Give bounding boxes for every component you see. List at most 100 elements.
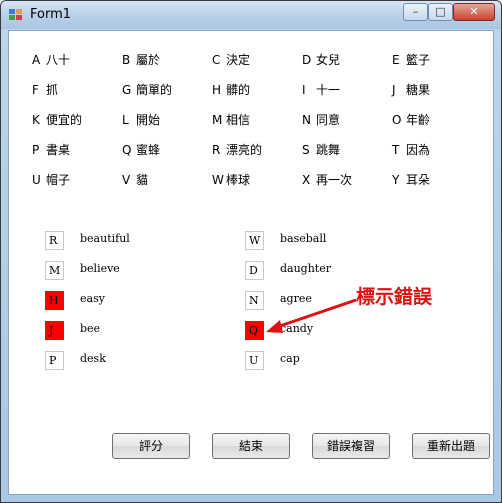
map-letter: T — [392, 143, 400, 157]
answer-input[interactable]: D — [245, 261, 264, 280]
letter-map-item: U 帽子 — [32, 171, 70, 188]
letter-map-item: O 年齡 — [392, 111, 430, 128]
letter-map-item: C 決定 — [212, 51, 250, 68]
letter-map-item: F抓 — [32, 81, 58, 98]
map-letter: S — [302, 143, 310, 157]
annotation-arrow-icon — [266, 298, 357, 333]
letter-map-item: Y 耳朵 — [392, 171, 430, 188]
map-letter: G — [122, 83, 132, 97]
letter-map-item: K 便宜的 — [32, 111, 82, 128]
letter-map-item: P 書桌 — [32, 141, 70, 158]
question-word: cap — [280, 352, 300, 365]
map-letter: W — [212, 173, 224, 187]
map-letter: K — [32, 113, 40, 127]
answer-input[interactable]: R — [45, 231, 64, 250]
question-word: beautiful — [80, 232, 130, 245]
answer-input[interactable]: J — [45, 321, 64, 340]
map-word: 開始 — [136, 113, 161, 127]
map-letter: Q — [122, 143, 132, 157]
letter-map-item: I 十一 — [302, 81, 340, 98]
map-word: 十一 — [316, 83, 341, 97]
map-word: 帽子 — [46, 173, 71, 187]
letter-map-item: N 同意 — [302, 111, 340, 128]
answer-input[interactable]: M — [45, 261, 64, 280]
map-word: 再一次 — [316, 173, 353, 187]
answer-input[interactable]: H — [45, 291, 64, 310]
letter-map-item: B 屬於 — [122, 51, 160, 68]
map-word: 年齡 — [406, 113, 431, 127]
letter-map-item: X 再一次 — [302, 171, 352, 188]
map-word: 書桌 — [46, 143, 71, 157]
letter-map-item: M 相信 — [212, 111, 250, 128]
map-word: 八十 — [46, 53, 71, 67]
app-window: Form1 – □ ✕ A 八十 B 屬於 C 決定 D 女兒 E 籃子 F 抓 G 簡單的 H 髒的 I 十一 J… — [0, 0, 502, 503]
map-letter: X — [302, 173, 311, 187]
answer-input[interactable]: W — [245, 231, 264, 250]
question-word: believe — [80, 262, 120, 275]
map-letter: N — [302, 113, 311, 127]
form-app-icon — [9, 9, 23, 21]
question-word: daughter — [280, 262, 331, 275]
answer-input[interactable]: P — [45, 351, 64, 370]
map-word: 抓 — [46, 83, 59, 97]
letter-map-item: T 因為 — [392, 141, 430, 158]
map-letter: Y — [392, 173, 400, 187]
map-letter: J — [392, 83, 396, 97]
letter-map-item: R 漂亮的 — [212, 141, 262, 158]
form-client-area: A 八十 B 屬於 C 決定 D 女兒 E 籃子 F 抓 G 簡單的 H 髒的 I 十一 J 糖果 K 便宜的 L 開始 M 相信… — [8, 30, 494, 495]
map-word: 糖果 — [406, 83, 431, 97]
map-letter: P — [32, 143, 40, 157]
question-word: easy — [80, 292, 105, 305]
letter-map-item: H 髒的 — [212, 81, 250, 98]
new-quiz-button[interactable]: 重新出題 — [412, 433, 490, 459]
letter-map-item: D 女兒 — [302, 51, 340, 68]
map-word: 籃子 — [406, 53, 431, 67]
window-title: Form1 — [30, 7, 72, 22]
error-annotation-label: 標示錯誤 — [356, 286, 433, 308]
map-word: 決定 — [226, 53, 251, 67]
minimize-button[interactable]: – — [403, 3, 428, 21]
map-word: 蜜蜂 — [136, 143, 161, 157]
question-word: desk — [80, 352, 106, 365]
map-word: 貓 — [136, 173, 149, 187]
letter-map-item: A 八十 — [32, 51, 70, 68]
map-word: 屬於 — [136, 53, 161, 67]
letter-map-item: S 跳舞 — [302, 141, 340, 158]
letter-map-item: J 糖果 — [392, 81, 430, 98]
close-button[interactable]: ✕ — [453, 3, 495, 21]
map-word: 便宜的 — [46, 113, 83, 127]
map-word: 同意 — [316, 113, 341, 127]
map-letter: V — [122, 173, 131, 187]
map-letter: I — [302, 83, 306, 97]
maximize-button[interactable]: □ — [428, 3, 453, 21]
letter-map-item: W 棒球 — [212, 171, 250, 188]
map-letter: H — [212, 83, 222, 97]
review-errors-button[interactable]: 錯誤複習 — [312, 433, 390, 459]
map-word: 女兒 — [316, 53, 341, 67]
map-letter: F — [32, 83, 39, 97]
map-word: 漂亮的 — [226, 143, 263, 157]
map-letter: R — [212, 143, 221, 157]
map-word: 相信 — [226, 113, 251, 127]
map-word: 棒球 — [226, 173, 251, 187]
map-word: 髒的 — [226, 83, 251, 97]
map-word: 因為 — [406, 143, 431, 157]
grade-button[interactable]: 評分 — [112, 433, 190, 459]
letter-map-item: V貓 — [122, 171, 148, 188]
answer-input[interactable]: U — [245, 351, 264, 370]
map-word: 簡單的 — [136, 83, 173, 97]
map-letter: E — [392, 53, 400, 67]
map-letter: O — [392, 113, 402, 127]
map-letter: C — [212, 53, 221, 67]
map-letter: U — [32, 173, 41, 187]
title-bar[interactable]: Form1 – □ ✕ — [1, 1, 501, 29]
letter-map-item: G 簡單的 — [122, 81, 172, 98]
exit-button[interactable]: 結束 — [212, 433, 290, 459]
question-word: bee — [80, 322, 101, 335]
map-letter: M — [212, 113, 223, 127]
letter-map-item: L 開始 — [122, 111, 160, 128]
map-letter: A — [32, 53, 41, 67]
map-word: 跳舞 — [316, 143, 341, 157]
letter-map-item: E 籃子 — [392, 51, 430, 68]
map-letter: D — [302, 53, 312, 67]
